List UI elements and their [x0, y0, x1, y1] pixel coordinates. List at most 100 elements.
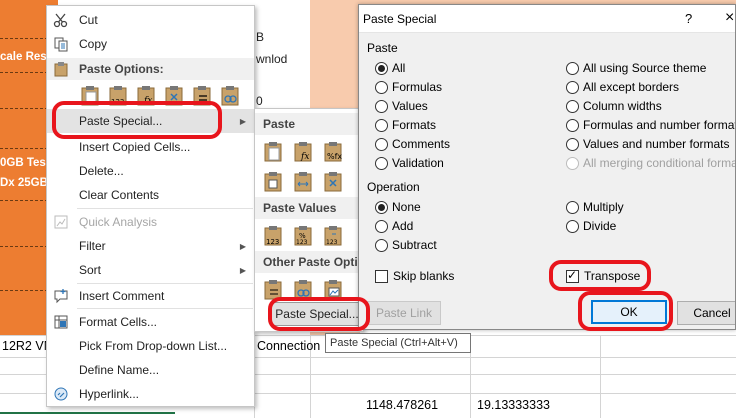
paste-picture-icon	[324, 279, 341, 299]
radio-comments[interactable]: Comments	[375, 136, 450, 152]
paste-values-number-icon: %123	[294, 225, 311, 246]
cell-left-1[interactable]: cale Res	[0, 51, 47, 63]
radio-indicator	[375, 61, 388, 75]
menu-item-cut[interactable]: Cut	[47, 8, 254, 32]
radio-add[interactable]: Add	[375, 218, 413, 234]
sub-formulas-option[interactable]: fx	[289, 137, 316, 164]
radio-values[interactable]: Values	[375, 98, 428, 114]
ok-button[interactable]: OK	[591, 300, 667, 324]
radio-label: Validation	[392, 156, 444, 170]
menu-item-define-name[interactable]: Define Name...	[47, 358, 254, 382]
paste-link-icon	[294, 279, 311, 299]
checkbox-label: Skip blanks	[393, 269, 455, 283]
menu-label-pick-from-list: Pick From Drop-down List...	[79, 339, 228, 353]
sub-transpose-option[interactable]	[319, 167, 346, 194]
paste-special-submenu-item[interactable]: Paste Special...	[271, 302, 363, 326]
menu-item-insert-comment[interactable]: Insert Comment	[47, 284, 254, 308]
paste-option-transpose[interactable]	[161, 82, 186, 107]
menu-label-define-name: Define Name...	[79, 363, 160, 377]
radio-indicator	[566, 118, 579, 132]
sub-values-source-option[interactable]: 123	[319, 221, 346, 248]
radio-label: None	[392, 200, 421, 214]
menu-label-hyperlink: Hyperlink...	[79, 387, 140, 401]
menu-label-cut: Cut	[79, 13, 98, 27]
radio-multiply[interactable]: Multiply	[566, 199, 624, 215]
svg-text:123: 123	[326, 239, 338, 246]
svg-text:fx: fx	[300, 152, 309, 162]
radio-indicator	[566, 200, 579, 214]
paste-option-paste[interactable]	[77, 82, 102, 107]
radio-indicator	[375, 238, 388, 252]
cell-mid-3[interactable]: 0	[256, 94, 263, 108]
cell-value-2[interactable]: 19.13333333	[477, 398, 550, 412]
sub-paste-option[interactable]	[259, 137, 286, 164]
paste-option-formatting[interactable]	[189, 82, 214, 107]
radio-divide[interactable]: Divide	[566, 218, 616, 234]
submenu-other-label: Other Paste Optio	[263, 255, 364, 269]
radio-subtract[interactable]: Subtract	[375, 237, 437, 253]
sub-keep-source-option[interactable]	[259, 167, 286, 194]
svg-text:123: 123	[296, 239, 308, 246]
radio-all[interactable]: All	[375, 60, 405, 76]
cell-mid-1[interactable]: B	[256, 30, 264, 44]
paste-formatting-icon	[264, 279, 281, 299]
menu-item-clear-contents[interactable]: Clear Contents	[47, 183, 254, 207]
radio-label: Comments	[392, 137, 451, 151]
menu-item-pick-from-list[interactable]: Pick From Drop-down List...	[47, 334, 254, 358]
radio-label: Formulas and number formats	[583, 118, 736, 132]
sub-col-widths-option[interactable]	[289, 167, 316, 194]
paste-option-values[interactable]: 123	[105, 82, 130, 107]
paste-special-dialog: Paste Special ? × Paste All Formulas Val…	[358, 4, 736, 330]
sub-formulas-number-option[interactable]: %fx	[319, 137, 346, 164]
sub-formatting-option[interactable]	[259, 275, 286, 302]
paste-option-formulas[interactable]: fx	[133, 82, 158, 107]
transpose-checkbox[interactable]: Transpose	[566, 268, 640, 284]
radio-formats[interactable]: Formats	[375, 117, 436, 133]
radio-formulas-and-number-formats[interactable]: Formulas and number formats	[566, 117, 736, 133]
menu-item-format-cells[interactable]: Format Cells...	[47, 310, 254, 334]
paste-option-link[interactable]	[217, 82, 242, 107]
grid-line	[600, 335, 601, 418]
paste-keep-source-icon	[264, 171, 281, 191]
sub-link-option[interactable]	[289, 275, 316, 302]
radio-formulas[interactable]: Formulas	[375, 79, 442, 95]
paste-special-submenu: Paste fx %fx Paste Values 123 % 123 123 O…	[254, 108, 364, 332]
radio-column-widths[interactable]: Column widths	[566, 98, 662, 114]
paste-link-button: Paste Link	[367, 301, 441, 325]
menu-item-filter[interactable]: Filter ▶	[47, 234, 254, 258]
svg-text:123: 123	[111, 98, 124, 106]
radio-none[interactable]: None	[375, 199, 421, 215]
radio-validation[interactable]: Validation	[375, 155, 444, 171]
menu-item-insert-copied-cells[interactable]: Insert Copied Cells...	[47, 135, 254, 159]
format-cells-icon	[54, 315, 68, 329]
sub-picture-option[interactable]	[319, 275, 346, 302]
cell-border	[0, 148, 48, 149]
copy-icon	[54, 37, 68, 52]
menu-item-paste-special[interactable]: Paste Special... ▶	[47, 109, 254, 133]
cell-left-2[interactable]: 0GB Tes	[0, 157, 46, 169]
radio-all-except-borders[interactable]: All except borders	[566, 79, 679, 95]
paste-group-label: Paste	[367, 41, 398, 55]
radio-indicator	[566, 137, 579, 151]
svg-text:fx: fx	[143, 96, 152, 106]
radio-values-and-number-formats[interactable]: Values and number formats	[566, 136, 730, 152]
close-button[interactable]: ×	[725, 9, 734, 27]
checkbox-indicator	[566, 268, 579, 283]
sub-values-option[interactable]: 123	[259, 221, 286, 248]
cell-value-1[interactable]: 1148.478261	[366, 398, 438, 412]
radio-label: All except borders	[583, 80, 680, 94]
radio-all-using-source-theme[interactable]: All using Source theme	[566, 60, 706, 76]
skip-blanks-checkbox[interactable]: Skip blanks	[375, 268, 454, 284]
menu-item-sort[interactable]: Sort ▶	[47, 258, 254, 282]
menu-item-hyperlink[interactable]: Hyperlink...	[47, 382, 254, 406]
cell-mid-2[interactable]: wnlod	[256, 52, 287, 66]
radio-all-merging-conditional-formats: All merging conditional formats	[566, 155, 735, 171]
cell-connection-header[interactable]: Connection	[257, 339, 320, 353]
radio-indicator	[375, 80, 388, 94]
cell-left-3[interactable]: Dx 25GB	[0, 177, 48, 189]
cancel-button[interactable]: Cancel	[677, 301, 735, 325]
menu-item-delete[interactable]: Delete...	[47, 159, 254, 183]
menu-item-copy[interactable]: Copy	[47, 32, 254, 56]
help-button[interactable]: ?	[685, 11, 692, 26]
sub-values-number-option[interactable]: % 123	[289, 221, 316, 248]
